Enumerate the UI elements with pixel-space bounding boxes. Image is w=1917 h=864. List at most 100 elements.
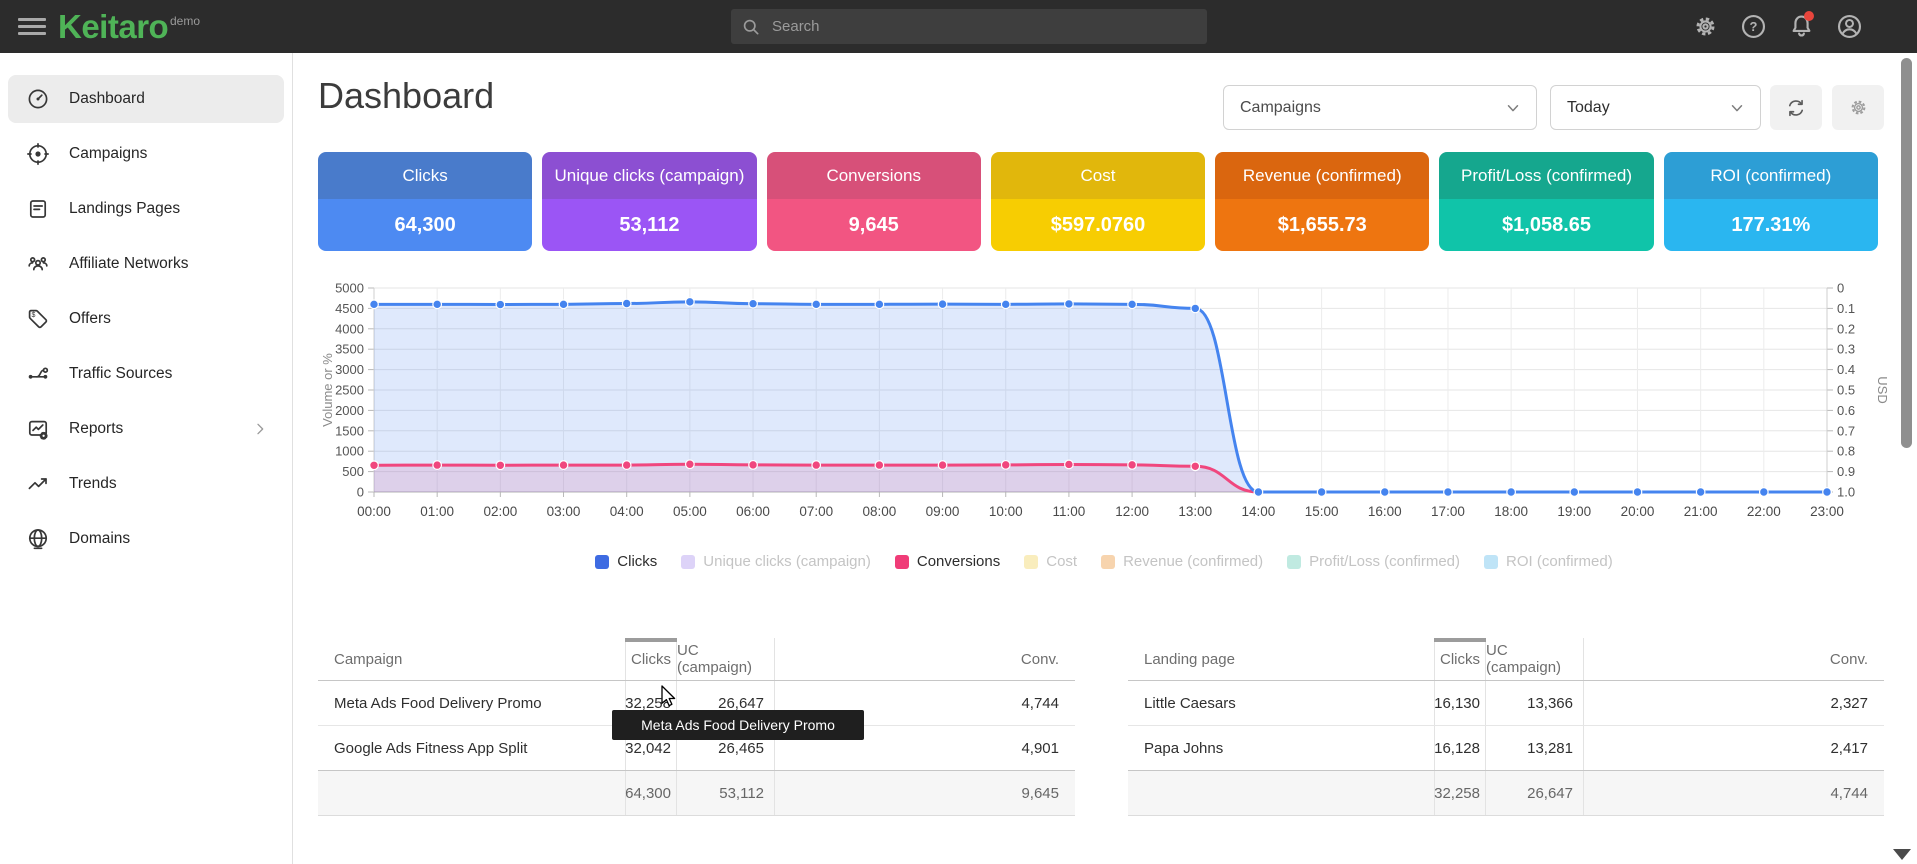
row-name[interactable]: Little Caesars bbox=[1128, 681, 1434, 725]
data-point[interactable] bbox=[370, 461, 379, 470]
notifications-icon[interactable] bbox=[1788, 13, 1815, 40]
sidebar-item-traffic-sources[interactable]: Traffic Sources bbox=[8, 350, 284, 398]
data-point[interactable] bbox=[1317, 488, 1326, 497]
data-point[interactable] bbox=[1760, 488, 1769, 497]
column-header-conv[interactable]: Conv. bbox=[1584, 638, 1884, 680]
column-header-campaign[interactable]: Campaign bbox=[318, 638, 625, 680]
metric-value: $1,655.73 bbox=[1215, 199, 1429, 251]
svg-text:00:00: 00:00 bbox=[357, 504, 391, 519]
data-point[interactable] bbox=[1128, 461, 1137, 470]
data-point[interactable] bbox=[1570, 488, 1579, 497]
group-by-select[interactable]: Campaigns bbox=[1223, 85, 1537, 130]
sidebar-item-affiliate-networks[interactable]: Affiliate Networks bbox=[8, 240, 284, 288]
data-point[interactable] bbox=[875, 461, 884, 470]
data-point[interactable] bbox=[1823, 488, 1832, 497]
column-header-conv[interactable]: Conv. bbox=[775, 638, 1075, 680]
dashboard-settings-button[interactable] bbox=[1832, 85, 1884, 130]
data-point[interactable] bbox=[1128, 300, 1137, 309]
date-range-select[interactable]: Today bbox=[1550, 85, 1761, 130]
data-point[interactable] bbox=[1507, 488, 1516, 497]
hamburger-menu-icon[interactable] bbox=[18, 14, 46, 38]
data-point[interactable] bbox=[1065, 300, 1074, 309]
search-input[interactable] bbox=[770, 17, 1197, 36]
data-point[interactable] bbox=[370, 300, 379, 309]
data-point[interactable] bbox=[812, 300, 821, 309]
data-point[interactable] bbox=[686, 298, 695, 307]
refresh-button[interactable] bbox=[1770, 85, 1822, 130]
legend-item-revenue-confirmed[interactable]: Revenue (confirmed) bbox=[1101, 553, 1263, 570]
sidebar-item-dashboard[interactable]: Dashboard bbox=[8, 75, 284, 123]
data-point[interactable] bbox=[559, 300, 568, 309]
data-point[interactable] bbox=[1633, 488, 1642, 497]
data-point[interactable] bbox=[1696, 488, 1705, 497]
data-point[interactable] bbox=[875, 300, 884, 309]
data-point[interactable] bbox=[559, 461, 568, 470]
column-header-clicks[interactable]: Clicks bbox=[1434, 638, 1486, 680]
sidebar-item-landings-pages[interactable]: Landings Pages bbox=[8, 185, 284, 233]
metric-card-conversions[interactable]: Conversions9,645 bbox=[767, 152, 981, 251]
sidebar-item-offers[interactable]: $Offers bbox=[8, 295, 284, 343]
account-icon[interactable] bbox=[1836, 13, 1863, 40]
metric-card-roi-confirmed[interactable]: ROI (confirmed)177.31% bbox=[1664, 152, 1878, 251]
data-point[interactable] bbox=[812, 461, 821, 470]
scroll-down-arrow[interactable] bbox=[1893, 849, 1911, 860]
row-tooltip: Meta Ads Food Delivery Promo bbox=[612, 710, 864, 740]
metric-card-cost[interactable]: Cost$597.0760 bbox=[991, 152, 1205, 251]
legend-item-roi-confirmed[interactable]: ROI (confirmed) bbox=[1484, 553, 1613, 570]
legend-item-conversions[interactable]: Conversions bbox=[895, 553, 1000, 570]
data-point[interactable] bbox=[938, 461, 947, 470]
legend-item-cost[interactable]: Cost bbox=[1024, 553, 1077, 570]
data-point[interactable] bbox=[1001, 300, 1010, 309]
notification-badge bbox=[1804, 11, 1814, 21]
data-point[interactable] bbox=[1065, 460, 1074, 469]
data-point[interactable] bbox=[622, 299, 631, 308]
data-point[interactable] bbox=[749, 299, 758, 308]
legend-item-unique-clicks-campaign[interactable]: Unique clicks (campaign) bbox=[681, 553, 871, 570]
sidebar-item-domains[interactable]: Domains bbox=[8, 515, 284, 563]
data-point[interactable] bbox=[1254, 488, 1263, 497]
table-row[interactable]: Papa Johns16,12813,2812,417 bbox=[1128, 726, 1884, 771]
row-name[interactable]: Meta Ads Food Delivery Promo bbox=[318, 681, 625, 725]
legend-label: Unique clicks (campaign) bbox=[703, 553, 871, 570]
data-point[interactable] bbox=[496, 300, 505, 309]
column-header-clicks[interactable]: Clicks bbox=[625, 638, 677, 680]
data-point[interactable] bbox=[1191, 304, 1200, 313]
help-icon[interactable]: ? bbox=[1740, 13, 1767, 40]
data-point[interactable] bbox=[1444, 488, 1453, 497]
column-header-uc-campaign[interactable]: UC (campaign) bbox=[677, 638, 775, 680]
column-header-landing-page[interactable]: Landing page bbox=[1128, 638, 1434, 680]
data-point[interactable] bbox=[749, 461, 758, 470]
sidebar-item-trends[interactable]: Trends bbox=[8, 460, 284, 508]
gear-icon[interactable] bbox=[1692, 13, 1719, 40]
date-range-value: Today bbox=[1567, 99, 1610, 117]
vertical-scrollbar[interactable] bbox=[1901, 58, 1912, 448]
data-point[interactable] bbox=[622, 461, 631, 470]
metric-card-unique-clicks-campaign[interactable]: Unique clicks (campaign)53,112 bbox=[542, 152, 756, 251]
column-header-uc-campaign[interactable]: UC (campaign) bbox=[1486, 638, 1584, 680]
svg-text:4500: 4500 bbox=[335, 301, 364, 316]
metric-card-profit-loss-confirmed[interactable]: Profit/Loss (confirmed)$1,058.65 bbox=[1439, 152, 1653, 251]
metric-card-clicks[interactable]: Clicks64,300 bbox=[318, 152, 532, 251]
data-point[interactable] bbox=[938, 300, 947, 309]
legend-item-profit-loss-confirmed[interactable]: Profit/Loss (confirmed) bbox=[1287, 553, 1460, 570]
data-point[interactable] bbox=[1001, 461, 1010, 470]
row-name[interactable]: Google Ads Fitness App Split bbox=[318, 726, 625, 770]
data-point[interactable] bbox=[433, 300, 442, 309]
row-name[interactable]: Papa Johns bbox=[1128, 726, 1434, 770]
keitaro-dashboard-page: Keitaro demo ? DashboardCampaignsLanding… bbox=[0, 0, 1917, 864]
data-point[interactable] bbox=[1191, 462, 1200, 471]
table-row[interactable]: Little Caesars16,13013,3662,327 bbox=[1128, 681, 1884, 726]
data-point[interactable] bbox=[433, 461, 442, 470]
sidebar-item-campaigns[interactable]: Campaigns bbox=[8, 130, 284, 178]
sidebar-item-label: Reports bbox=[69, 420, 123, 438]
data-point[interactable] bbox=[686, 460, 695, 469]
metric-card-revenue-confirmed[interactable]: Revenue (confirmed)$1,655.73 bbox=[1215, 152, 1429, 251]
metric-value: 53,112 bbox=[542, 199, 756, 251]
landings-icon bbox=[26, 197, 50, 221]
legend-swatch bbox=[1024, 555, 1038, 569]
sidebar-item-reports[interactable]: Reports bbox=[8, 405, 284, 453]
data-point[interactable] bbox=[1380, 488, 1389, 497]
data-point[interactable] bbox=[496, 461, 505, 470]
global-search[interactable] bbox=[731, 9, 1207, 44]
legend-item-clicks[interactable]: Clicks bbox=[595, 553, 657, 570]
